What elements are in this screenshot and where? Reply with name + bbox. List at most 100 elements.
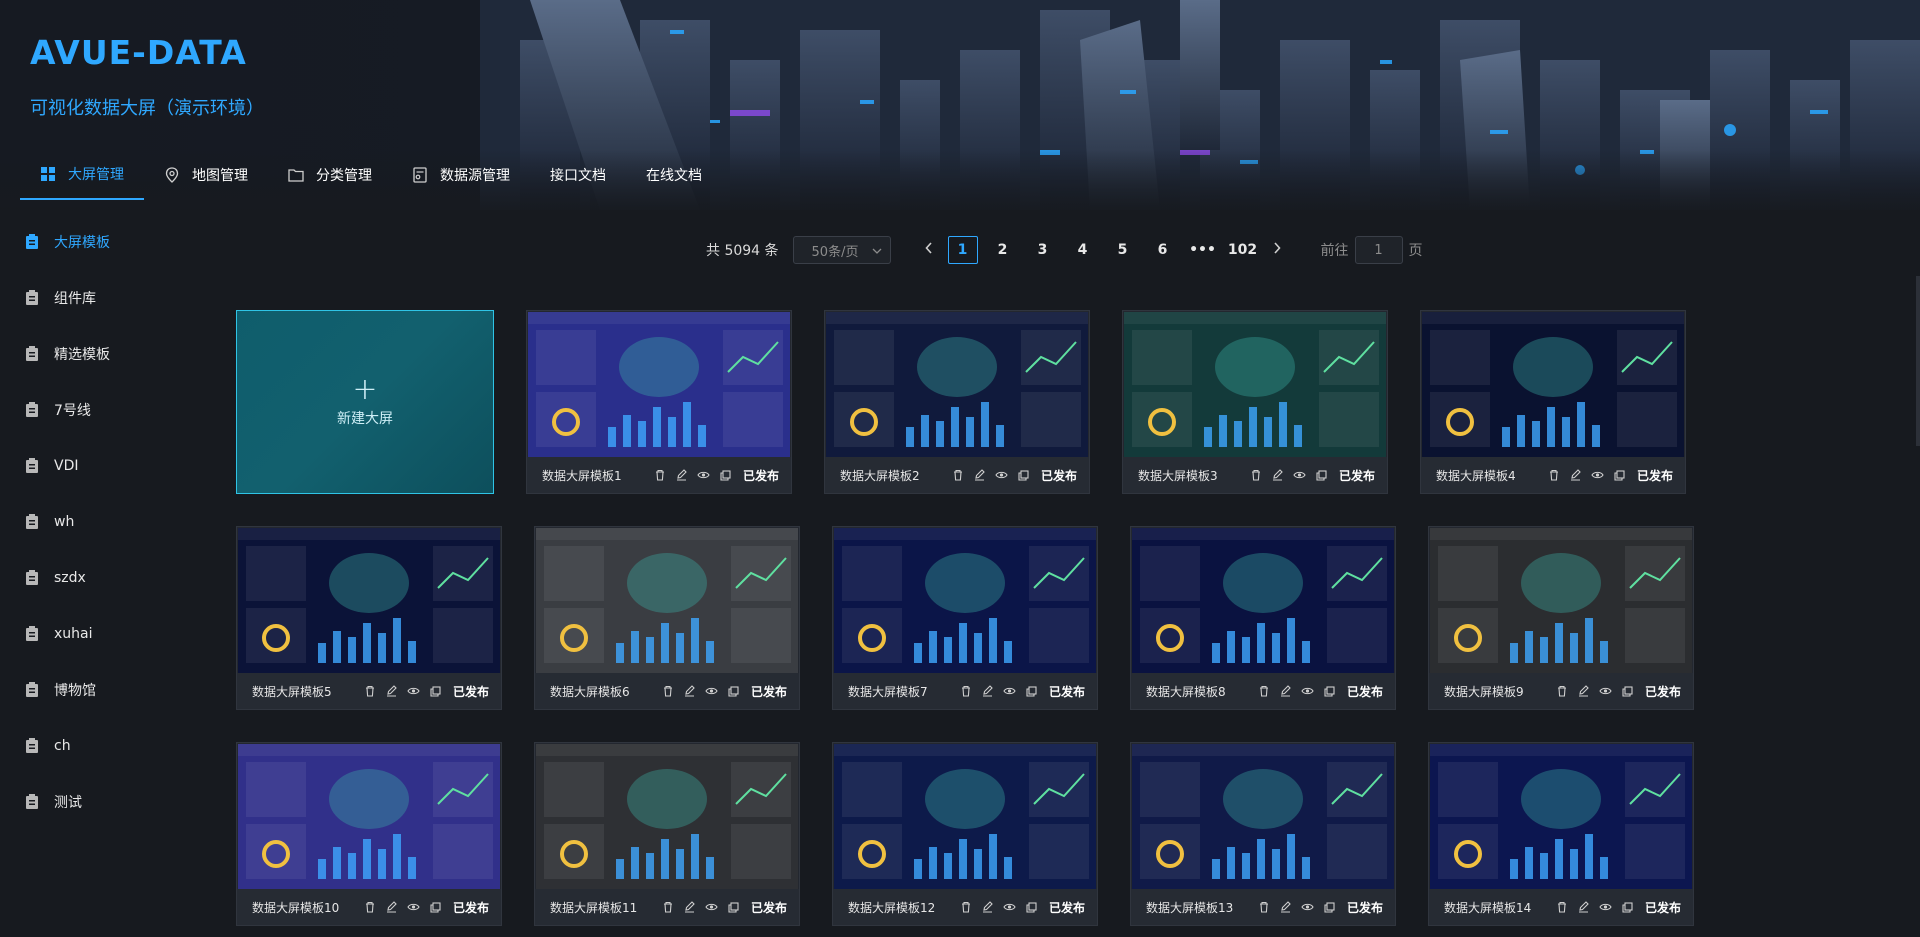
template-card[interactable]: 数据大屏模板12 已发布 [832,742,1098,926]
copy-icon[interactable] [425,684,447,698]
edit-icon[interactable] [1267,468,1289,482]
publish-status[interactable]: 已发布 [743,467,779,484]
copy-icon[interactable] [1021,900,1043,914]
tab-category-management[interactable]: 分类管理 [268,150,392,200]
publish-status[interactable]: 已发布 [1041,467,1077,484]
edit-icon[interactable] [671,468,693,482]
edit-icon[interactable] [1565,468,1587,482]
template-card[interactable]: 数据大屏模板2 已发布 [824,310,1090,494]
template-card[interactable]: 数据大屏模板6 已发布 [534,526,800,710]
template-thumbnail[interactable] [1132,744,1394,889]
sidebar-item-vdi[interactable]: VDI [0,438,190,494]
edit-icon[interactable] [381,900,403,914]
prev-page-button[interactable] [915,242,943,258]
template-card[interactable]: 数据大屏模板5 已发布 [236,526,502,710]
publish-status[interactable]: 已发布 [1347,683,1383,700]
page-number[interactable]: 6 [1148,236,1178,264]
sidebar-item-szdx[interactable]: szdx [0,550,190,606]
copy-icon[interactable] [1013,468,1035,482]
copy-icon[interactable] [1617,684,1639,698]
edit-icon[interactable] [1275,900,1297,914]
sidebar-item-xuhai[interactable]: xuhai [0,606,190,662]
template-thumbnail[interactable] [1430,744,1692,889]
template-thumbnail[interactable] [826,312,1088,457]
template-card[interactable]: 数据大屏模板4 已发布 [1420,310,1686,494]
eye-icon[interactable] [999,684,1021,698]
edit-icon[interactable] [381,684,403,698]
page-number[interactable]: 1 [947,236,978,264]
template-card[interactable]: 数据大屏模板9 已发布 [1428,526,1694,710]
delete-icon[interactable] [955,684,977,698]
sidebar-item-wh[interactable]: wh [0,494,190,550]
template-thumbnail[interactable] [1132,528,1394,673]
copy-icon[interactable] [1021,684,1043,698]
tab-screen-management[interactable]: 大屏管理 [20,150,144,200]
delete-icon[interactable] [1253,684,1275,698]
template-thumbnail[interactable] [834,528,1096,673]
page-number[interactable]: 2 [988,236,1018,264]
delete-icon[interactable] [657,684,679,698]
edit-icon[interactable] [977,900,999,914]
edit-icon[interactable] [1573,684,1595,698]
tab-online-docs[interactable]: 在线文档 [626,150,722,200]
copy-icon[interactable] [1319,684,1341,698]
template-card[interactable]: 数据大屏模板13 已发布 [1130,742,1396,926]
template-card[interactable]: 数据大屏模板3 已发布 [1122,310,1388,494]
edit-icon[interactable] [1573,900,1595,914]
more-pages-ellipsis[interactable]: ••• [1188,236,1218,264]
template-thumbnail[interactable] [1430,528,1692,673]
copy-icon[interactable] [1617,900,1639,914]
delete-icon[interactable] [1551,900,1573,914]
page-size-select[interactable]: 50条/页 [792,236,891,264]
delete-icon[interactable] [1543,468,1565,482]
template-thumbnail[interactable] [238,744,500,889]
page-number[interactable]: 102 [1228,236,1258,264]
publish-status[interactable]: 已发布 [1049,683,1085,700]
delete-icon[interactable] [649,468,671,482]
eye-icon[interactable] [999,900,1021,914]
template-thumbnail[interactable] [528,312,790,457]
edit-icon[interactable] [1275,684,1297,698]
edit-icon[interactable] [977,684,999,698]
publish-status[interactable]: 已发布 [453,683,489,700]
publish-status[interactable]: 已发布 [1347,899,1383,916]
edit-icon[interactable] [679,684,701,698]
copy-icon[interactable] [1609,468,1631,482]
eye-icon[interactable] [403,684,425,698]
template-thumbnail[interactable] [1422,312,1684,457]
template-thumbnail[interactable] [834,744,1096,889]
sidebar-item-screen-templates[interactable]: 大屏模板 [0,214,190,270]
publish-status[interactable]: 已发布 [1049,899,1085,916]
eye-icon[interactable] [693,468,715,482]
copy-icon[interactable] [723,900,745,914]
edit-icon[interactable] [969,468,991,482]
template-thumbnail[interactable] [536,528,798,673]
sidebar-item-test[interactable]: 测试 [0,774,190,830]
publish-status[interactable]: 已发布 [1339,467,1375,484]
publish-status[interactable]: 已发布 [751,899,787,916]
eye-icon[interactable] [701,684,723,698]
sidebar-item-ch[interactable]: ch [0,718,190,774]
copy-icon[interactable] [1319,900,1341,914]
eye-icon[interactable] [1587,468,1609,482]
copy-icon[interactable] [1311,468,1333,482]
delete-icon[interactable] [657,900,679,914]
copy-icon[interactable] [723,684,745,698]
copy-icon[interactable] [425,900,447,914]
template-thumbnail[interactable] [536,744,798,889]
template-card[interactable]: 数据大屏模板14 已发布 [1428,742,1694,926]
tab-api-docs[interactable]: 接口文档 [530,150,626,200]
publish-status[interactable]: 已发布 [1645,899,1681,916]
delete-icon[interactable] [1253,900,1275,914]
publish-status[interactable]: 已发布 [1637,467,1673,484]
template-card[interactable]: 数据大屏模板8 已发布 [1130,526,1396,710]
scrollbar[interactable] [1916,276,1920,446]
delete-icon[interactable] [955,900,977,914]
sidebar-item-museum[interactable]: 博物馆 [0,662,190,718]
publish-status[interactable]: 已发布 [1645,683,1681,700]
template-card[interactable]: 数据大屏模板7 已发布 [832,526,1098,710]
delete-icon[interactable] [1551,684,1573,698]
copy-icon[interactable] [715,468,737,482]
edit-icon[interactable] [679,900,701,914]
publish-status[interactable]: 已发布 [751,683,787,700]
